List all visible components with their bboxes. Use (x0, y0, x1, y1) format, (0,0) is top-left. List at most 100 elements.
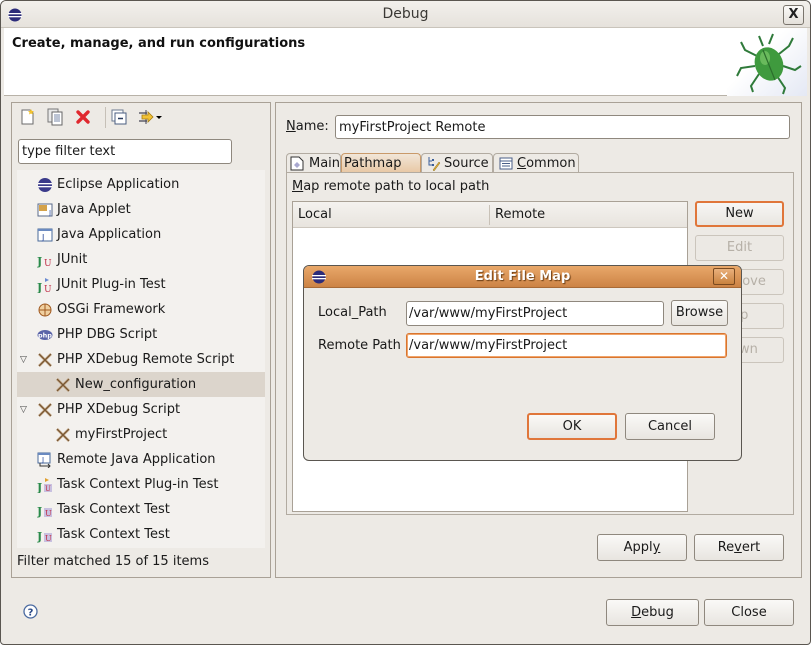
filter-icon[interactable] (137, 108, 163, 126)
tree-item-label: myFirstProject (75, 427, 168, 442)
tree-item[interactable]: J U Task Context Test (17, 522, 265, 547)
tab-source-label: Source (444, 156, 489, 171)
revert-text-pre: Re (717, 540, 735, 555)
file-icon (290, 156, 304, 171)
tab-common-label: Common (517, 154, 576, 173)
filter-input[interactable] (18, 139, 232, 164)
ok-button[interactable]: OK (527, 413, 617, 440)
pathmap-desc-mnemonic: M (292, 179, 304, 194)
tree-item[interactable]: J Java Applet (17, 197, 265, 222)
banner: Create, manage, and run configurations (4, 28, 807, 96)
junit-icon: JU (37, 255, 52, 268)
expand-toggle-icon[interactable]: ▽ (20, 355, 30, 365)
dialog-title-bar[interactable]: Edit File Map ✕ (304, 266, 741, 288)
debug-window: Debug X Create, manage, and run configur… (0, 0, 811, 645)
duplicate-icon[interactable] (46, 108, 64, 126)
revert-button[interactable]: Revert (694, 534, 784, 561)
tab-source[interactable]: Source (421, 153, 493, 173)
svg-text:U: U (45, 534, 52, 543)
debug-text: ebug (641, 605, 674, 620)
xdebug-icon (56, 378, 70, 392)
help-icon[interactable]: ? (23, 604, 38, 619)
config-tree: Eclipse Application J Java Applet J Java App… (17, 170, 265, 548)
tab-common-mnemonic: C (517, 156, 527, 171)
remote-path-input[interactable] (406, 333, 727, 358)
tree-item-label: PHP XDebug Script (57, 402, 181, 417)
name-label: Name: (286, 119, 329, 134)
tab-bar: Main Pathmap Source Common (286, 151, 794, 173)
tree-item-label: Task Context Plug-in Test (57, 477, 219, 492)
tree-item[interactable]: J U Task Context Plug-in Test (17, 472, 265, 497)
tree-item[interactable]: J U Task Context Test (17, 497, 265, 522)
tab-pathmap-label: Pathmap (344, 156, 402, 171)
tree-item-label: Task Context Test (57, 527, 170, 542)
tree-item-label: Java Application (57, 227, 162, 242)
task-test-icon: JU (37, 530, 52, 543)
window-title: Debug (382, 6, 429, 22)
debug-mnemonic: D (631, 605, 642, 620)
window-close-button[interactable]: X (783, 5, 804, 25)
svg-text:J: J (41, 456, 44, 464)
remote-path-label: Remote Path (318, 338, 401, 353)
svg-text:U: U (44, 285, 52, 293)
tree-item[interactable]: ▽ PHP XDebug Script (17, 397, 265, 422)
debug-bug-image (727, 28, 807, 96)
collapse-all-icon[interactable] (110, 108, 128, 126)
tree-item[interactable]: J U JUnit Plug-in Test (17, 272, 265, 297)
svg-text:J: J (37, 505, 42, 518)
tree-item-label: PHP XDebug Remote Script (57, 352, 235, 367)
apply-mnemonic: y (652, 540, 661, 555)
svg-text:J: J (37, 481, 42, 493)
svg-text:U: U (45, 485, 51, 493)
pathmap-desc-text: ap remote path to local path (303, 179, 490, 194)
revert-text-post: ert (741, 540, 761, 555)
browse-button[interactable]: Browse (671, 300, 728, 326)
svg-text:J: J (48, 209, 51, 217)
delete-icon[interactable] (74, 108, 92, 126)
xdebug-icon (38, 353, 52, 367)
name-label-text: ame: (295, 119, 329, 134)
tab-pathmap[interactable]: Pathmap (341, 153, 421, 173)
svg-text:J: J (37, 530, 42, 543)
tree-item-label: Remote Java Application (57, 452, 216, 467)
tree-item-label: Task Context Test (57, 502, 170, 517)
close-button[interactable]: Close (704, 599, 794, 626)
tree-item[interactable]: myFirstProject (17, 422, 265, 447)
edit-file-map-dialog: Edit File Map ✕ Local_Path Browse Remote… (303, 265, 742, 461)
tree-item[interactable]: ▽ PHP XDebug Remote Script (17, 347, 265, 372)
svg-text:U: U (44, 259, 52, 268)
column-divider[interactable] (489, 205, 490, 225)
name-input[interactable] (335, 115, 790, 139)
svg-text:J: J (37, 255, 42, 268)
tree-item-label: Eclipse Application (57, 177, 180, 192)
tree-item[interactable]: OSGi Framework (17, 297, 265, 322)
new-config-icon[interactable] (19, 108, 37, 126)
edit-mapping-button[interactable]: Edit (695, 235, 784, 261)
dialog-close-button[interactable]: ✕ (713, 268, 735, 285)
local-path-label: Local_Path (318, 305, 387, 320)
tree-item[interactable]: J Remote Java Application (17, 447, 265, 472)
new-mapping-button[interactable]: New (695, 201, 784, 227)
title-bar[interactable]: Debug X (1, 1, 810, 28)
tab-main[interactable]: Main (286, 153, 341, 173)
pathmap-table-header: Local Remote (293, 202, 687, 228)
source-icon (428, 157, 441, 171)
local-path-input[interactable] (406, 301, 664, 326)
tree-item[interactable]: J Java Application (17, 222, 265, 247)
debug-button[interactable]: Debug (606, 599, 699, 626)
tree-item[interactable]: php PHP DBG Script (17, 322, 265, 347)
column-header-local[interactable]: Local (298, 207, 332, 222)
tab-common-text: ommon (526, 156, 576, 171)
tree-item-label: Java Applet (57, 202, 131, 217)
tab-common[interactable]: Common (493, 153, 579, 173)
cancel-button[interactable]: Cancel (625, 413, 715, 440)
tree-item[interactable]: New_configuration (17, 372, 265, 397)
apply-button[interactable]: Apply (597, 534, 687, 561)
column-header-remote[interactable]: Remote (495, 207, 545, 222)
tree-item[interactable]: J U JUnit (17, 247, 265, 272)
tree-item-label: JUnit Plug-in Test (57, 277, 166, 292)
expand-toggle-icon[interactable]: ▽ (20, 405, 30, 415)
tree-item[interactable]: Eclipse Application (17, 172, 265, 197)
toolbar-separator (105, 107, 106, 128)
dialog-title: Edit File Map (474, 269, 571, 284)
